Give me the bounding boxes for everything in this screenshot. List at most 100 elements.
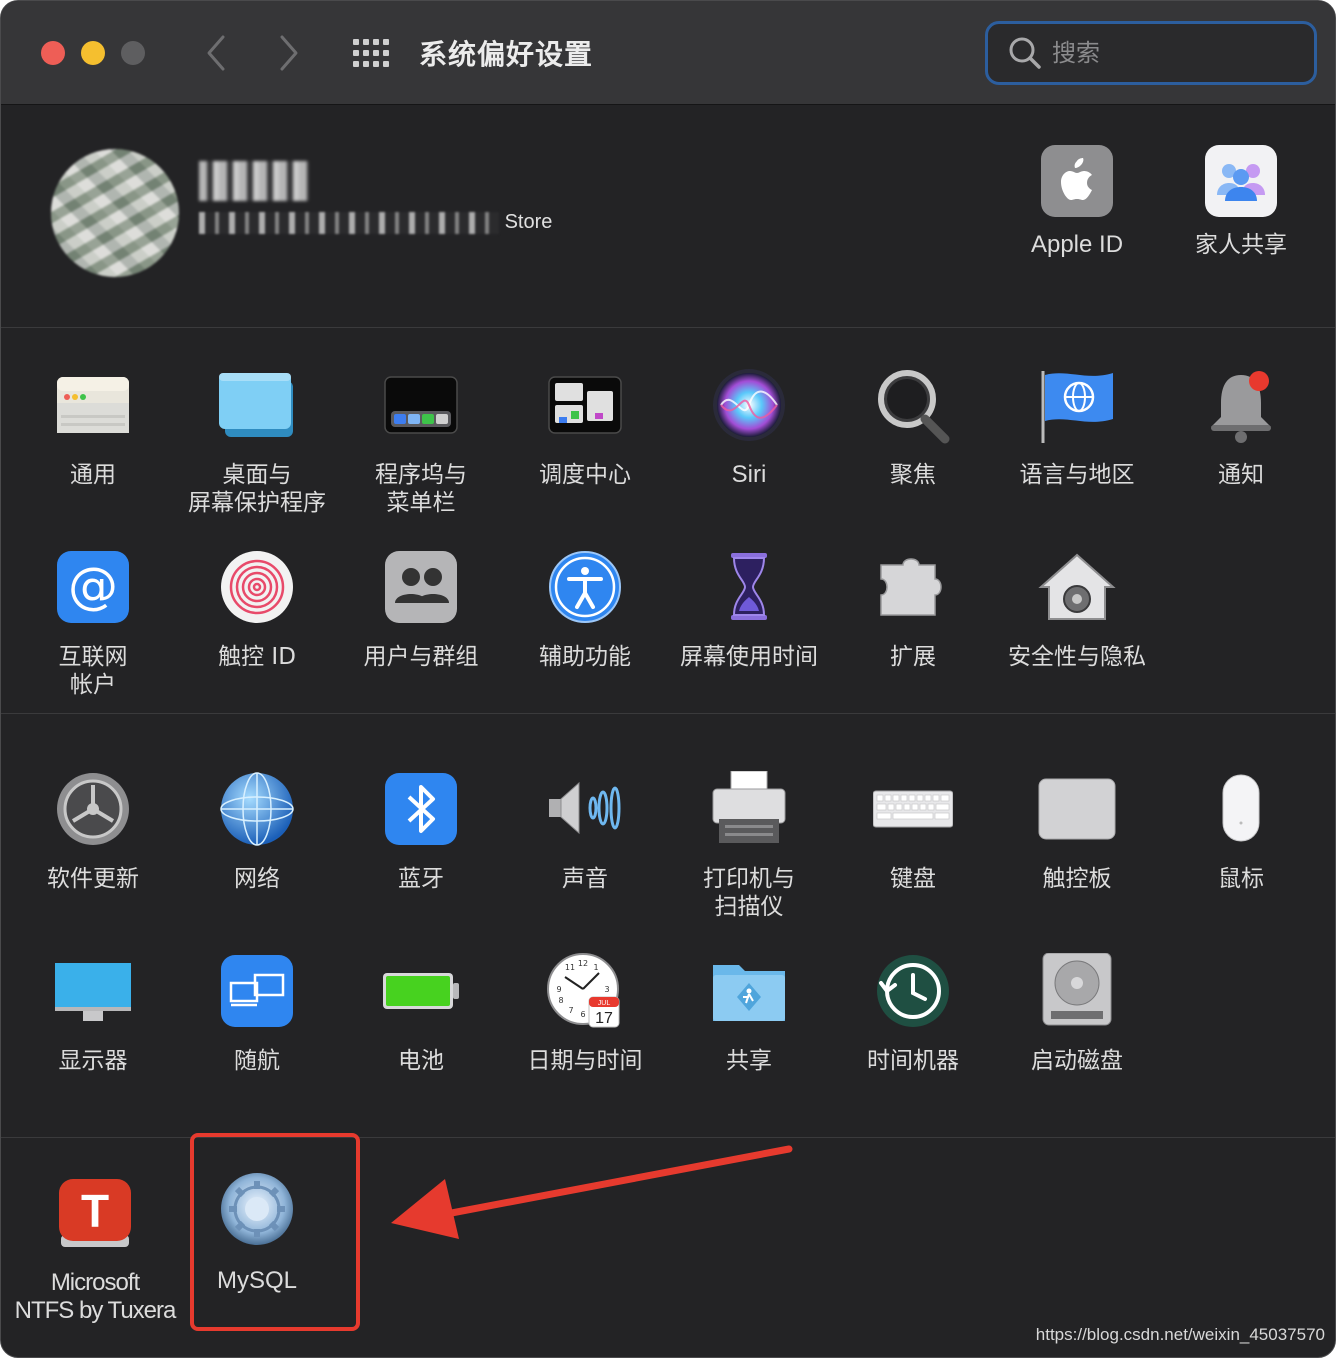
pref-trackpad[interactable]: 触控板 bbox=[997, 771, 1157, 893]
apple-icon bbox=[1041, 145, 1113, 217]
pref-general[interactable]: 通用 bbox=[13, 367, 173, 489]
pref-dock-menubar[interactable]: 程序坞与 菜单栏 bbox=[341, 367, 501, 517]
pref-apple-id[interactable]: Apple ID bbox=[997, 145, 1157, 259]
pref-mouse[interactable]: 鼠标 bbox=[1161, 771, 1321, 893]
notifications-icon bbox=[1201, 367, 1281, 447]
pref-label: 触控 ID bbox=[218, 644, 296, 670]
users-groups-icon bbox=[381, 549, 461, 629]
pref-label: 显示器 bbox=[58, 1048, 128, 1074]
svg-text:6: 6 bbox=[580, 1010, 585, 1019]
forward-chevron-icon[interactable] bbox=[274, 31, 304, 75]
calendar-month: JUL bbox=[598, 1000, 611, 1007]
pref-network[interactable]: 网络 bbox=[177, 771, 337, 893]
time-machine-icon bbox=[873, 953, 953, 1033]
pref-printers-scanners[interactable]: 打印机与 扫描仪 bbox=[669, 770, 829, 921]
pref-extensions[interactable]: 扩展 bbox=[833, 549, 993, 671]
pref-users-groups[interactable]: 用户与群组 bbox=[341, 549, 501, 671]
search-icon bbox=[1009, 37, 1041, 69]
window-title: 系统偏好设置 bbox=[419, 38, 594, 71]
pref-label: 蓝牙 bbox=[398, 866, 444, 892]
section-divider bbox=[1, 327, 1335, 328]
section-divider bbox=[1, 713, 1335, 714]
pref-label: 随航 bbox=[234, 1048, 280, 1074]
pref-label: 鼠标 bbox=[1218, 866, 1264, 892]
user-subtitle: Store bbox=[199, 211, 552, 234]
pref-label: Apple ID bbox=[1030, 231, 1124, 258]
zoom-button[interactable] bbox=[121, 41, 145, 65]
svg-text:8: 8 bbox=[558, 996, 563, 1005]
close-button[interactable] bbox=[41, 41, 65, 65]
pref-label: 辅助功能 bbox=[539, 644, 631, 670]
pref-label: 桌面与 屏幕保护程序 bbox=[188, 462, 326, 516]
svg-text:7: 7 bbox=[568, 1006, 573, 1015]
subtitle-redacted bbox=[199, 211, 499, 234]
pref-label: 声音 bbox=[562, 866, 608, 892]
pref-family-sharing[interactable]: 家人共享 bbox=[1161, 145, 1321, 259]
pref-label: 通用 bbox=[70, 462, 116, 488]
sharing-icon bbox=[709, 953, 789, 1033]
pref-label: 软件更新 bbox=[47, 866, 139, 892]
keyboard-icon bbox=[872, 771, 954, 851]
mouse-icon bbox=[1201, 771, 1281, 851]
pref-desktop-screensaver[interactable]: 桌面与 屏幕保护程序 bbox=[177, 367, 337, 517]
pref-time-machine[interactable]: 时间机器 bbox=[833, 953, 993, 1075]
pref-label: 扩展 bbox=[890, 644, 936, 670]
pref-notifications[interactable]: 通知 bbox=[1161, 367, 1321, 489]
pref-label: 时间机器 bbox=[867, 1048, 959, 1074]
pref-bluetooth[interactable]: 蓝牙 bbox=[341, 771, 501, 893]
calendar-day: 17 bbox=[595, 1010, 613, 1027]
pref-label: 触控板 bbox=[1042, 866, 1112, 892]
user-name-redacted bbox=[199, 161, 309, 201]
pref-internet-accounts[interactable]: @ 互联网 帐户 bbox=[13, 549, 173, 699]
general-icon bbox=[53, 367, 133, 447]
accessibility-icon bbox=[545, 549, 625, 629]
search-field[interactable] bbox=[985, 21, 1317, 85]
dock-menubar-icon bbox=[381, 367, 461, 447]
trackpad-icon bbox=[1037, 771, 1117, 851]
svg-text:11: 11 bbox=[565, 963, 575, 972]
pref-screen-time[interactable]: 屏幕使用时间 bbox=[669, 549, 829, 671]
search-input[interactable] bbox=[1052, 39, 1292, 67]
pref-label: 语言与地区 bbox=[1019, 462, 1135, 488]
pref-label: 屏幕使用时间 bbox=[680, 644, 818, 670]
pref-software-update[interactable]: 软件更新 bbox=[13, 771, 173, 893]
mysql-highlight-box bbox=[190, 1133, 360, 1331]
pref-label: 程序坞与 菜单栏 bbox=[375, 462, 467, 516]
pref-sound[interactable]: 声音 bbox=[505, 771, 665, 893]
pref-siri[interactable]: Siri bbox=[669, 367, 829, 489]
pref-label: 安全性与隐私 bbox=[1008, 644, 1146, 670]
pref-language-region[interactable]: 语言与地区 bbox=[997, 367, 1157, 489]
minimize-button[interactable] bbox=[81, 41, 105, 65]
pref-battery[interactable]: 电池 bbox=[341, 953, 501, 1075]
security-privacy-icon bbox=[1037, 549, 1117, 629]
network-icon bbox=[217, 771, 297, 851]
pref-touch-id[interactable]: 触控 ID bbox=[177, 549, 337, 671]
pref-sidecar[interactable]: 随航 bbox=[177, 953, 337, 1075]
pref-label: 通知 bbox=[1218, 462, 1264, 488]
pref-keyboard[interactable]: 键盘 bbox=[833, 771, 993, 893]
sidecar-icon bbox=[217, 953, 297, 1033]
pref-spotlight[interactable]: 聚焦 bbox=[833, 367, 993, 489]
family-sharing-icon bbox=[1205, 145, 1277, 217]
pref-security-privacy[interactable]: 安全性与隐私 bbox=[997, 549, 1157, 671]
displays-icon bbox=[53, 953, 133, 1033]
pref-label: 电池 bbox=[398, 1048, 444, 1074]
pref-startup-disk[interactable]: 启动磁盘 bbox=[997, 952, 1157, 1075]
mission-control-icon bbox=[545, 367, 625, 447]
pref-label: 共享 bbox=[726, 1048, 772, 1074]
pref-label: 网络 bbox=[234, 866, 280, 892]
back-chevron-icon[interactable] bbox=[201, 31, 231, 75]
pref-tuxera-ntfs[interactable]: T Microsoft NTFS by Tuxera bbox=[3, 1175, 187, 1325]
subtitle-tail: Store bbox=[504, 211, 553, 233]
pref-label: 家人共享 bbox=[1195, 232, 1287, 258]
date-time-icon: 12 3 6 9 11 1 8 7 JUL 17 bbox=[545, 953, 625, 1033]
show-all-grid-icon[interactable] bbox=[353, 39, 389, 67]
pref-displays[interactable]: 显示器 bbox=[13, 953, 173, 1075]
pref-accessibility[interactable]: 辅助功能 bbox=[505, 549, 665, 671]
pref-sharing[interactable]: 共享 bbox=[669, 953, 829, 1075]
svg-text:@: @ bbox=[68, 557, 118, 615]
pref-mission-control[interactable]: 调度中心 bbox=[505, 367, 665, 489]
pref-label: Microsoft NTFS by Tuxera bbox=[14, 1269, 177, 1324]
user-avatar[interactable] bbox=[51, 149, 179, 277]
pref-date-time[interactable]: 12 3 6 9 11 1 8 7 JUL 17 日期与时间 bbox=[505, 953, 665, 1075]
